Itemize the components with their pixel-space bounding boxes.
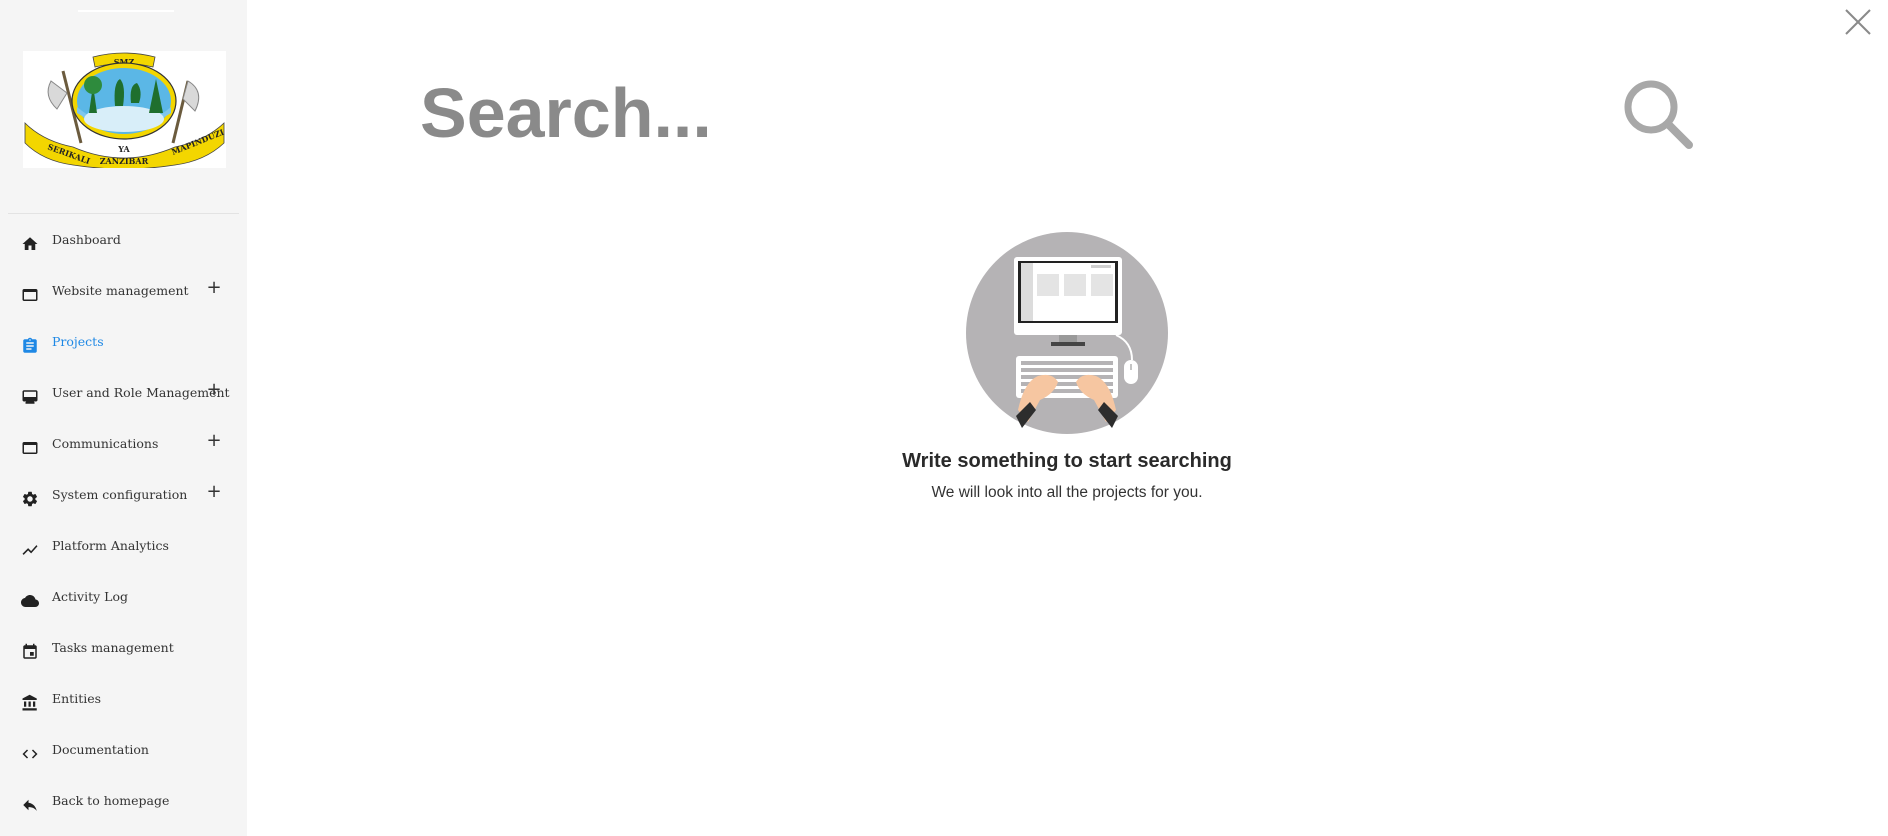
sidebar-item-website-management[interactable]: Website management +	[0, 265, 247, 316]
sidebar-item-label: User and Role Management	[52, 385, 230, 400]
sidebar-item-tasks-management[interactable]: Tasks management	[0, 622, 247, 673]
sidebar-item-label: Activity Log	[52, 589, 128, 604]
expand-plus-icon[interactable]: +	[206, 481, 222, 502]
sidebar-item-label: Platform Analytics	[52, 538, 169, 553]
search-input[interactable]	[418, 62, 1582, 164]
computer-typing-icon	[966, 232, 1168, 434]
sidebar-item-system-configuration[interactable]: System configuration +	[0, 469, 247, 520]
home-icon	[20, 234, 40, 254]
sidebar-item-label: Website management	[52, 283, 189, 298]
sidebar-top-line	[78, 10, 174, 12]
sidebar-item-back-to-homepage[interactable]: Back to homepage	[0, 775, 247, 826]
window-icon	[20, 438, 40, 458]
sidebar-item-platform-analytics[interactable]: Platform Analytics	[0, 520, 247, 571]
sidebar-item-label: Communications	[52, 436, 159, 451]
close-search-button[interactable]	[1844, 8, 1872, 36]
sidebar-item-label: Projects	[52, 334, 104, 349]
cloud-icon	[20, 591, 40, 611]
sidebar-nav: Dashboard Website management + Projects …	[0, 214, 247, 826]
clipboard-icon	[20, 336, 40, 356]
sidebar-item-label: Tasks management	[52, 640, 174, 655]
trending-icon	[20, 540, 40, 560]
svg-text:ZANZIBAR: ZANZIBAR	[100, 156, 149, 166]
code-icon	[20, 744, 40, 764]
bank-icon	[20, 693, 40, 713]
logo[interactable]: SMZ SERIKALI YA MAPINDUZI ZANZIBAR	[23, 51, 226, 168]
close-icon	[1845, 9, 1871, 35]
calendar-icon	[20, 642, 40, 662]
sidebar-item-dashboard[interactable]: Dashboard	[0, 214, 247, 265]
search-icon	[1624, 80, 1693, 149]
expand-plus-icon[interactable]: +	[206, 379, 222, 400]
window-icon	[20, 285, 40, 305]
empty-state-illustration	[966, 232, 1168, 434]
sidebar-item-label: Documentation	[52, 742, 149, 757]
svg-text:YA: YA	[117, 144, 130, 154]
sidebar-item-documentation[interactable]: Documentation	[0, 724, 247, 775]
sidebar-item-communications[interactable]: Communications +	[0, 418, 247, 469]
monitor-icon	[20, 387, 40, 407]
gear-icon	[20, 489, 40, 509]
empty-state-subtitle: We will look into all the projects for y…	[931, 484, 1203, 501]
sidebar-item-label: Back to homepage	[52, 793, 170, 808]
sidebar-item-activity-log[interactable]: Activity Log	[0, 571, 247, 622]
expand-plus-icon[interactable]: +	[206, 277, 222, 298]
sidebar-item-label: System configuration	[52, 487, 188, 502]
sidebar-item-label: Entities	[52, 691, 102, 706]
sidebar: SMZ SERIKALI YA MAPINDUZI ZANZIBAR Dashb…	[0, 0, 247, 836]
empty-state-title: Write something to start searching	[902, 450, 1232, 472]
search-button[interactable]	[1622, 78, 1694, 150]
sidebar-item-user-and-role-management[interactable]: User and Role Management +	[0, 367, 247, 418]
sidebar-item-label: Dashboard	[52, 232, 121, 247]
reply-icon	[20, 795, 40, 815]
sidebar-item-entities[interactable]: Entities	[0, 673, 247, 724]
expand-plus-icon[interactable]: +	[206, 430, 222, 451]
smz-emblem-icon: SMZ SERIKALI YA MAPINDUZI ZANZIBAR	[24, 52, 226, 168]
sidebar-item-projects[interactable]: Projects	[0, 316, 247, 367]
